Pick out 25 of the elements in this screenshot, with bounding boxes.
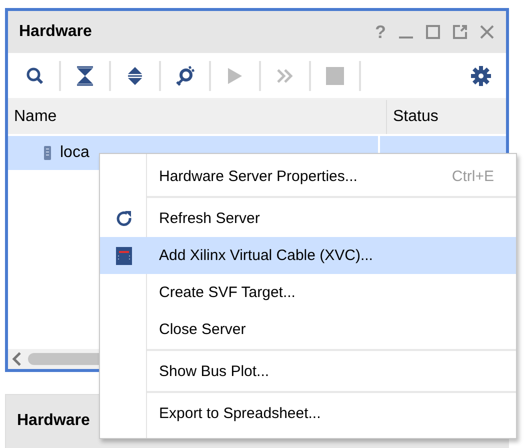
search-icon[interactable] (26, 66, 44, 84)
menu-item[interactable]: Close Server (100, 311, 516, 348)
panel-title: Hardware (16, 411, 90, 430)
menu-item[interactable]: Add Xilinx Virtual Cable (XVC)... (100, 237, 516, 274)
column-header[interactable]: Status (387, 100, 506, 134)
tree-item-label: loca (60, 144, 90, 162)
menu-item[interactable]: Hardware Server Properties... Ctrl+E (100, 158, 516, 195)
menu-item[interactable]: Show Bus Plot... (100, 353, 516, 390)
float-icon[interactable] (453, 25, 467, 39)
server-icon (44, 146, 51, 160)
close-icon[interactable] (480, 25, 494, 39)
column-header[interactable]: Name (8, 100, 387, 134)
scroll-left-icon[interactable] (12, 352, 22, 366)
menu-item[interactable]: Refresh Server (100, 200, 516, 237)
maximize-icon[interactable] (426, 25, 440, 39)
panel-title: Hardware (19, 23, 93, 41)
settings-icon[interactable] (471, 66, 491, 86)
collapse-all-icon[interactable] (76, 66, 94, 86)
board-icon (116, 246, 132, 264)
menu-item[interactable]: Export to Spreadsheet... (100, 395, 516, 432)
plug-icon[interactable] (175, 66, 195, 86)
refresh-icon (114, 210, 132, 228)
expand-all-icon[interactable] (127, 66, 143, 86)
menu-item[interactable]: Create SVF Target... (100, 274, 516, 311)
shortcut-label: Ctrl+E (452, 168, 494, 185)
